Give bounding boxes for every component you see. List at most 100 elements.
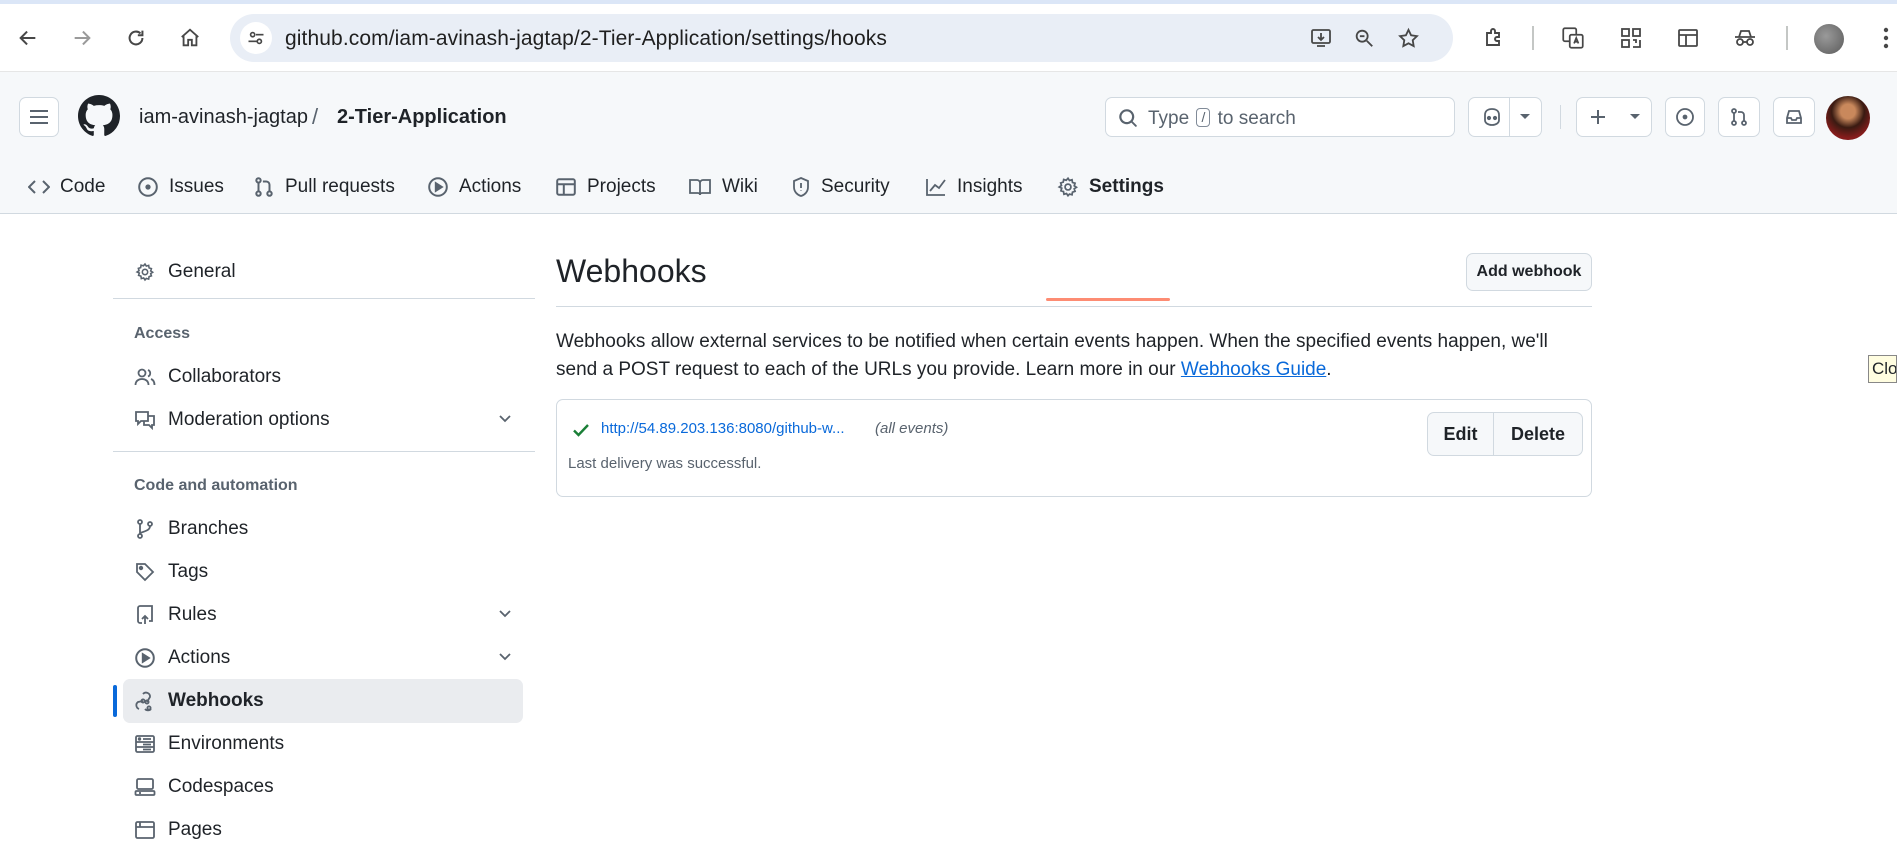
tab-code[interactable]: Code <box>28 160 105 214</box>
repo-push-icon <box>134 604 156 626</box>
sidebar-item-label: Actions <box>168 647 231 668</box>
copilot-button[interactable] <box>1468 97 1542 137</box>
repo-owner-link[interactable]: iam-avinash-jagtap <box>139 106 308 129</box>
sidebar-heading-code-automation: Code and automation <box>134 477 298 494</box>
shield-icon <box>793 177 809 197</box>
sidebar-item-moderation-options[interactable]: Moderation options <box>123 398 523 442</box>
sidebar-item-label: Collaborators <box>168 366 281 387</box>
incognito-button[interactable] <box>1729 22 1761 54</box>
webhook-list-item: http://54.89.203.136:8080/github-w... (a… <box>556 399 1592 497</box>
address-bar[interactable]: github.com/iam-avinash-jagtap/2-Tier-App… <box>230 14 1453 62</box>
puzzle-icon <box>1486 28 1500 46</box>
tab-settings[interactable]: Settings <box>1057 160 1164 214</box>
repo-name-link[interactable]: 2-Tier-Application <box>337 106 507 129</box>
sidebar-item-actions[interactable]: Actions <box>123 636 523 680</box>
header-separator <box>1560 105 1561 129</box>
sidebar-item-pages[interactable]: Pages <box>123 808 523 848</box>
tab-actions[interactable]: Actions <box>427 160 521 214</box>
sidebar-item-label: Moderation options <box>168 409 330 430</box>
forward-button[interactable] <box>66 22 98 54</box>
git-branch-icon <box>134 518 156 540</box>
tab-label: Projects <box>587 176 656 197</box>
global-menu-button[interactable] <box>19 97 59 137</box>
bookmark-button[interactable] <box>1392 22 1424 54</box>
chevron-down-icon <box>499 415 511 423</box>
extensions-button[interactable] <box>1478 22 1510 54</box>
tab-insights[interactable]: Insights <box>925 160 1022 214</box>
translate-icon <box>1562 27 1584 49</box>
check-icon <box>573 424 589 437</box>
gear-icon <box>134 262 156 282</box>
sidebar-item-codespaces[interactable]: Codespaces <box>123 765 523 809</box>
create-new-button[interactable] <box>1576 97 1652 137</box>
sidebar-divider <box>113 298 535 299</box>
url-text[interactable]: github.com/iam-avinash-jagtap/2-Tier-App… <box>285 27 887 51</box>
sidebar-item-tags[interactable]: Tags <box>123 550 523 594</box>
sidebar-item-collaborators[interactable]: Collaborators <box>123 355 523 399</box>
search-shortcut-key: / <box>1196 108 1211 127</box>
webhook-actions-group: Edit Delete <box>1427 412 1583 456</box>
issues-shortcut-button[interactable] <box>1665 97 1705 137</box>
webhook-delivery-status: Last delivery was successful. <box>568 455 762 472</box>
inbox-button[interactable] <box>1773 97 1815 137</box>
tab-label: Insights <box>957 176 1023 197</box>
browser-tab-strip-edge <box>0 0 1897 4</box>
translate-button[interactable] <box>1557 22 1589 54</box>
active-tab-indicator <box>1046 298 1170 301</box>
reading-list-button[interactable] <box>1672 22 1704 54</box>
home-button[interactable] <box>174 22 206 54</box>
search-input[interactable]: Type / to search <box>1105 97 1455 137</box>
graph-icon <box>926 179 946 196</box>
hamburger-icon <box>30 110 48 124</box>
install-app-button[interactable] <box>1305 22 1337 54</box>
comment-discussion-icon <box>134 410 156 430</box>
webhook-url-link[interactable]: http://54.89.203.136:8080/github-w... <box>601 420 845 437</box>
breadcrumb-separator: / <box>312 104 319 129</box>
tab-security[interactable]: Security <box>791 160 890 214</box>
pull-requests-shortcut-button[interactable] <box>1718 97 1760 137</box>
webhooks-guide-link[interactable]: Webhooks Guide <box>1181 359 1326 380</box>
zoom-button[interactable] <box>1348 22 1380 54</box>
sidebar-item-general[interactable]: General <box>123 250 523 294</box>
edit-webhook-button[interactable]: Edit <box>1428 413 1494 455</box>
sidebar-item-label: Rules <box>168 604 217 625</box>
tab-issues[interactable]: Issues <box>137 160 224 214</box>
sidebar-item-branches[interactable]: Branches <box>123 507 523 551</box>
codespaces-icon <box>134 777 156 797</box>
title-divider <box>556 306 1592 307</box>
github-header: iam-avinash-jagtap / 2-Tier-Application … <box>0 72 1897 301</box>
sidebar-item-webhooks[interactable]: Webhooks <box>123 679 523 723</box>
browser-profile-avatar[interactable] <box>1814 24 1844 54</box>
install-icon <box>1311 29 1331 47</box>
issue-opened-icon <box>1676 108 1694 126</box>
search-icon <box>1119 109 1137 127</box>
spy-icon <box>1735 30 1755 46</box>
search-placeholder: Type / to search <box>1148 108 1296 130</box>
qr-code-button[interactable] <box>1615 22 1647 54</box>
tab-label: Settings <box>1089 176 1164 197</box>
tag-icon <box>134 562 156 582</box>
tab-label: Wiki <box>722 176 758 197</box>
sidebar-item-label: Tags <box>168 561 209 582</box>
browser-toolbar: github.com/iam-avinash-jagtap/2-Tier-App… <box>0 0 1897 72</box>
chevron-down-icon[interactable] <box>1519 113 1531 121</box>
tab-pull-requests[interactable]: Pull requests <box>253 160 395 214</box>
back-button[interactable] <box>12 22 44 54</box>
reload-icon <box>128 30 144 46</box>
copilot-split-divider <box>1509 98 1510 136</box>
sidebar-item-rules[interactable]: Rules <box>123 593 523 637</box>
browser-menu-button[interactable] <box>1870 22 1897 54</box>
tab-projects[interactable]: Projects <box>555 160 656 214</box>
sidebar-item-label: Webhooks <box>168 690 264 711</box>
add-webhook-button[interactable]: Add webhook <box>1466 253 1592 291</box>
github-logo-icon[interactable] <box>78 95 120 137</box>
tooltip-fragment: Clo <box>1868 355 1897 383</box>
play-icon <box>134 647 156 669</box>
sidebar-divider <box>113 451 535 452</box>
reload-button[interactable] <box>120 22 152 54</box>
site-info-button[interactable] <box>240 22 272 54</box>
sidebar-item-environments[interactable]: Environments <box>123 722 523 766</box>
tab-wiki[interactable]: Wiki <box>688 160 758 214</box>
delete-webhook-button[interactable]: Delete <box>1494 413 1582 455</box>
user-avatar[interactable] <box>1826 96 1870 140</box>
